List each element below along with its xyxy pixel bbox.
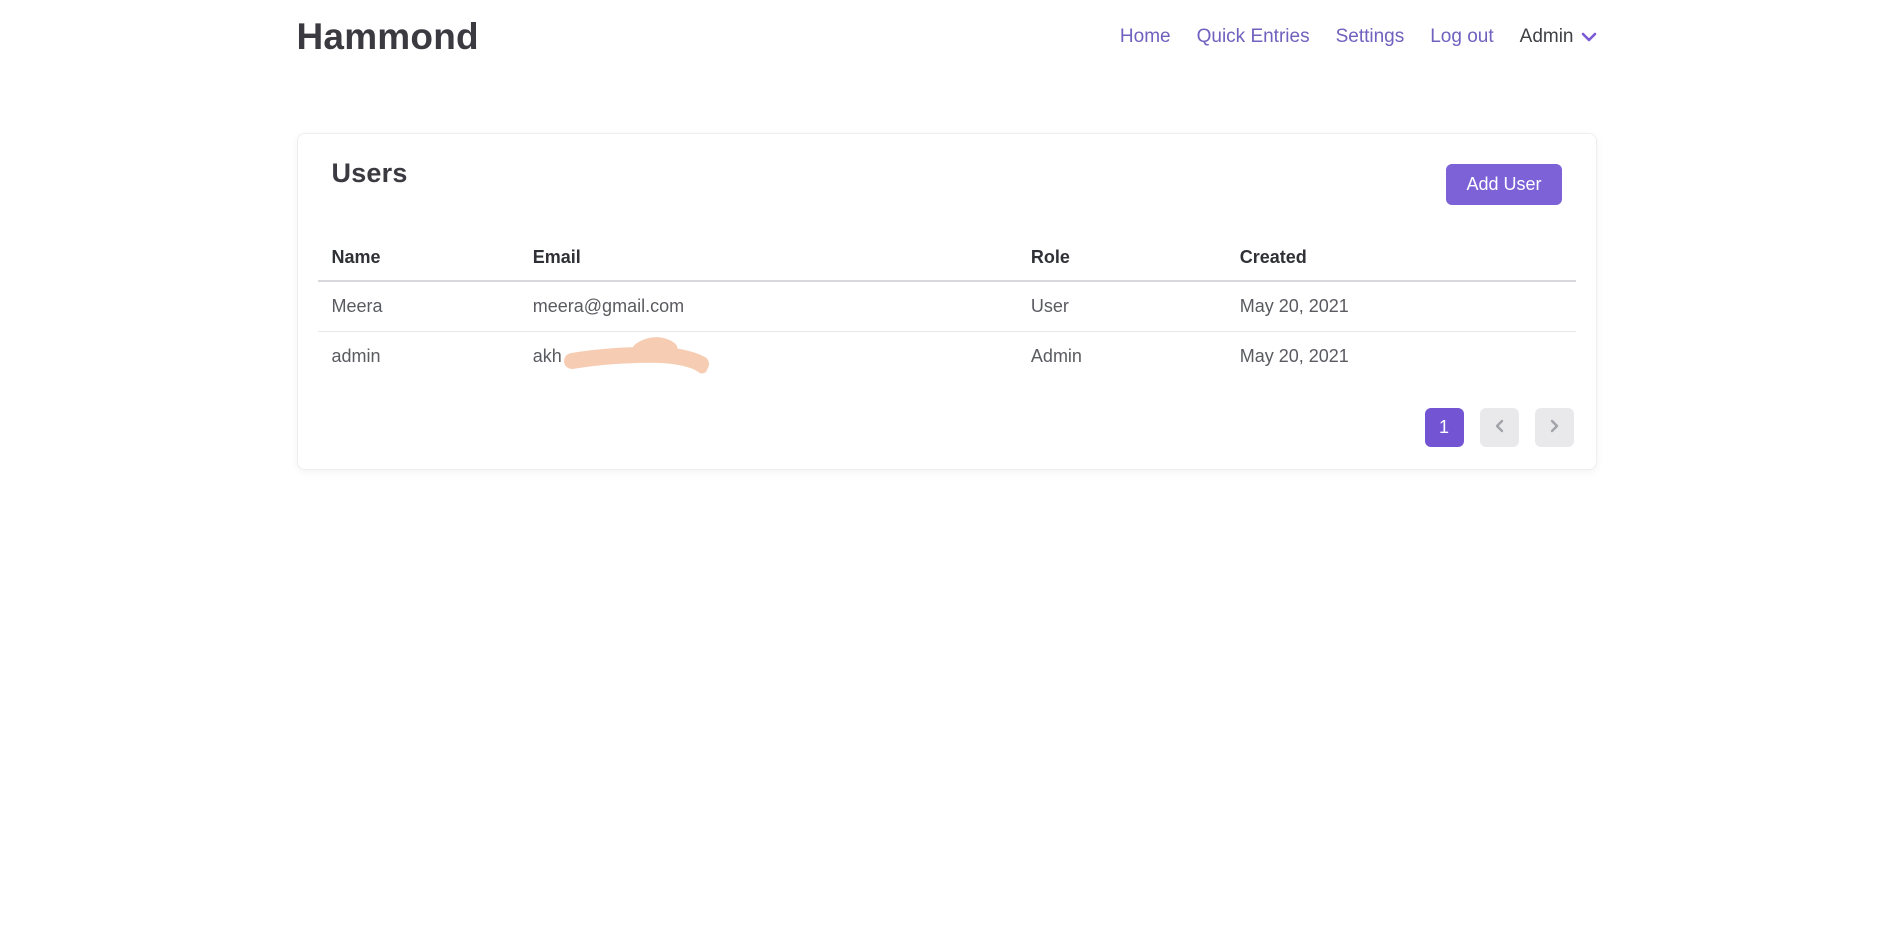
- users-card-header: Users Add User: [318, 158, 1576, 205]
- brand-logo[interactable]: Hammond: [297, 16, 479, 58]
- user-name-cell: Meera: [318, 281, 519, 332]
- users-card: Users Add User Name Email Role Created: [297, 133, 1597, 470]
- user-name-cell: admin: [318, 332, 519, 382]
- column-header-name: Name: [318, 237, 519, 281]
- user-email-cell: meera@gmail.com: [519, 281, 1017, 332]
- site-header: Hammond Home Quick Entries Settings Log …: [0, 0, 1893, 74]
- chevron-down-icon: [1581, 30, 1597, 48]
- column-header-created: Created: [1226, 237, 1576, 281]
- chevron-right-icon: [1549, 417, 1560, 438]
- table-row[interactable]: admin akh Admin May 20, 2021: [318, 332, 1576, 382]
- pagination-page-1[interactable]: 1: [1425, 408, 1464, 447]
- user-email-partial: akh: [533, 346, 562, 366]
- user-created-cell: May 20, 2021: [1226, 281, 1576, 332]
- user-role-cell: Admin: [1017, 332, 1226, 382]
- add-user-button[interactable]: Add User: [1446, 164, 1561, 205]
- page-title: Users: [332, 158, 408, 189]
- main-content: Users Add User Name Email Role Created: [0, 74, 1893, 470]
- main-nav: Home Quick Entries Settings Log out Admi…: [1120, 26, 1597, 48]
- nav-link-home[interactable]: Home: [1120, 26, 1171, 48]
- user-menu-admin[interactable]: Admin: [1520, 26, 1597, 48]
- pagination-next-button[interactable]: [1535, 408, 1574, 447]
- user-role-cell: User: [1017, 281, 1226, 332]
- user-email-cell: akh: [519, 332, 1017, 382]
- column-header-email: Email: [519, 237, 1017, 281]
- table-header-row: Name Email Role Created: [318, 237, 1576, 281]
- redaction-scribble: [560, 333, 712, 377]
- nav-link-quick-entries[interactable]: Quick Entries: [1197, 26, 1310, 48]
- chevron-left-icon: [1494, 417, 1505, 438]
- pagination-prev-button[interactable]: [1480, 408, 1519, 447]
- user-created-cell: May 20, 2021: [1226, 332, 1576, 382]
- pagination: 1: [318, 408, 1576, 447]
- nav-link-settings[interactable]: Settings: [1336, 26, 1405, 48]
- users-table: Name Email Role Created Meera meera@gmai…: [318, 237, 1576, 382]
- user-menu-label: Admin: [1520, 26, 1574, 48]
- table-row[interactable]: Meera meera@gmail.com User May 20, 2021: [318, 281, 1576, 332]
- nav-link-log-out[interactable]: Log out: [1430, 26, 1493, 48]
- column-header-role: Role: [1017, 237, 1226, 281]
